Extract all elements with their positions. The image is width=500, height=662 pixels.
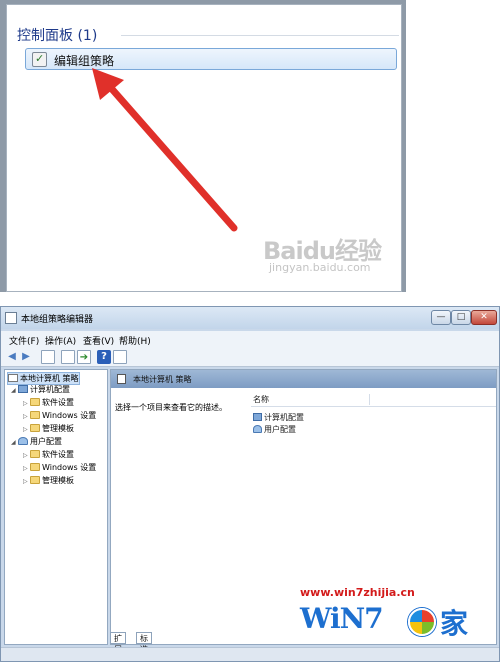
- minimize-button[interactable]: —: [431, 310, 451, 325]
- tree-computer-label: 计算机配置: [30, 385, 70, 394]
- tree-user-label: 用户配置: [30, 437, 62, 446]
- maximize-button[interactable]: □: [451, 310, 471, 325]
- expand-arrow-icon[interactable]: ▷: [23, 400, 30, 407]
- tree-item-label: 管理模板: [42, 476, 74, 485]
- user-icon: [18, 437, 28, 445]
- title-bar[interactable]: 本地组策略编辑器 — □ ✕: [1, 307, 499, 329]
- list-item-user-config[interactable]: 用户配置: [253, 424, 296, 435]
- help-icon[interactable]: ?: [97, 350, 111, 364]
- export-icon[interactable]: ➔: [77, 350, 91, 364]
- status-bar: [1, 647, 499, 661]
- red-arrow-icon: [92, 68, 238, 232]
- forward-icon[interactable]: ▶: [19, 350, 33, 364]
- tree-item-label: 软件设置: [42, 450, 74, 459]
- computer-icon: [18, 385, 28, 393]
- toolbar: ◀ ▶ ➔ ?: [1, 347, 499, 367]
- list-item-label: 计算机配置: [264, 413, 304, 422]
- collapse-arrow-icon[interactable]: ◢: [11, 439, 18, 446]
- tree-item[interactable]: ▷ Windows 设置: [23, 410, 96, 421]
- expand-arrow-icon[interactable]: ▷: [23, 426, 30, 433]
- tree-item[interactable]: ▷ 软件设置: [23, 397, 74, 408]
- win7zhijia-watermark-url: www.win7zhijia.cn: [300, 586, 415, 599]
- column-divider[interactable]: [369, 394, 370, 405]
- tree-item-label: Windows 设置: [42, 463, 97, 472]
- tab-extended[interactable]: 扩展: [110, 632, 126, 654]
- logo-text: WiN7: [300, 602, 384, 635]
- folder-icon: [30, 476, 40, 484]
- tree-root-label: 本地计算机 策略: [20, 374, 79, 383]
- back-icon[interactable]: ◀: [5, 350, 19, 364]
- list-item-computer-config[interactable]: 计算机配置: [253, 412, 304, 423]
- details-header: 本地计算机 策略: [111, 370, 496, 388]
- user-icon: [253, 425, 262, 433]
- menu-bar: 文件(F) 操作(A) 查看(V) 帮助(H): [1, 331, 499, 347]
- properties-icon[interactable]: [61, 350, 75, 364]
- menu-file[interactable]: 文件(F): [9, 334, 39, 347]
- expand-arrow-icon[interactable]: ▷: [23, 413, 30, 420]
- tree-item[interactable]: ▷ 管理模板: [23, 475, 74, 486]
- menu-action[interactable]: 操作(A): [45, 334, 76, 347]
- tab-standard[interactable]: 标准: [136, 632, 152, 654]
- policy-doc-icon: [8, 374, 18, 382]
- expand-arrow-icon[interactable]: ▷: [23, 465, 30, 472]
- column-name-label: 名称: [253, 395, 269, 404]
- policy-doc-icon: [117, 374, 126, 384]
- folder-icon: [30, 424, 40, 432]
- details-header-title: 本地计算机 策略: [133, 375, 192, 384]
- tree-user-config[interactable]: ◢ 用户配置: [11, 436, 62, 447]
- expand-arrow-icon[interactable]: ▷: [23, 478, 30, 485]
- menu-help[interactable]: 帮助(H): [119, 334, 151, 347]
- show-hide-tree-icon[interactable]: [41, 350, 55, 364]
- filter-icon[interactable]: [113, 350, 127, 364]
- window-title: 本地组策略编辑器: [21, 315, 94, 325]
- collapse-arrow-icon[interactable]: ◢: [11, 387, 18, 394]
- logo-suffix: 家: [440, 607, 469, 640]
- menu-view[interactable]: 查看(V): [83, 334, 114, 347]
- windows-orb-icon: [408, 608, 436, 636]
- column-header[interactable]: 名称: [251, 392, 496, 407]
- win7zhijia-logo: WiN7 家: [300, 602, 480, 642]
- start-menu-panel: 控制面板 (1) 编辑组策略 Baidu经验 jingyan.baidu.com: [0, 0, 406, 292]
- app-icon: [5, 312, 17, 324]
- folder-icon: [30, 463, 40, 471]
- expand-arrow-icon[interactable]: ▷: [23, 452, 30, 459]
- tree-item[interactable]: ▷ 软件设置: [23, 449, 74, 460]
- tree-item-label: Windows 设置: [42, 411, 97, 420]
- tree-item[interactable]: ▷ Windows 设置: [23, 462, 96, 473]
- description-text: 选择一个项目来查看它的描述。: [115, 403, 227, 412]
- folder-icon: [30, 411, 40, 419]
- list-item-label: 用户配置: [264, 425, 296, 434]
- tree-item[interactable]: ▷ 管理模板: [23, 423, 74, 434]
- console-tree: 本地计算机 策略 ◢ 计算机配置 ▷ 软件设置 ▷ Windows 设置 ▷ 管理模板 …: [4, 369, 108, 645]
- tree-computer-config[interactable]: ◢ 计算机配置: [11, 384, 70, 395]
- close-button[interactable]: ✕: [471, 310, 497, 325]
- computer-icon: [253, 413, 262, 421]
- tree-item-label: 软件设置: [42, 398, 74, 407]
- tree-item-label: 管理模板: [42, 424, 74, 433]
- folder-icon: [30, 450, 40, 458]
- folder-icon: [30, 398, 40, 406]
